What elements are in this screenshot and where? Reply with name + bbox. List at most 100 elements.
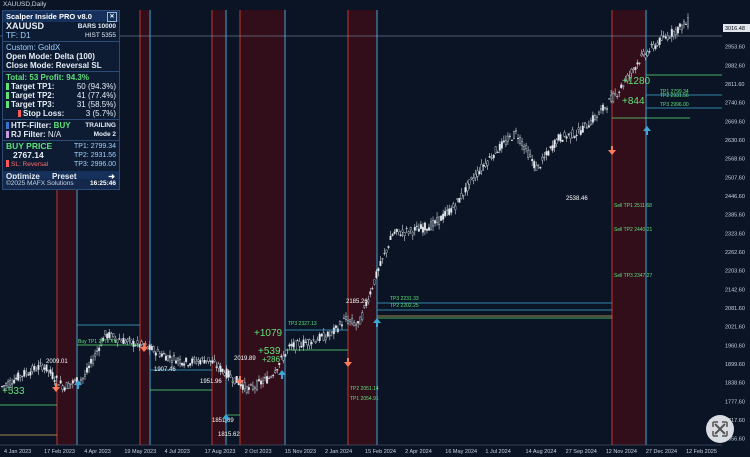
candle-body	[470, 177, 473, 180]
y-tick-label: 2262.60	[725, 250, 745, 256]
candle-body	[154, 352, 157, 356]
y-tick-label: 2811.60	[725, 82, 744, 88]
candle-body	[355, 324, 358, 326]
candle-body	[47, 369, 50, 372]
candle-body	[533, 161, 536, 169]
trade-annotation: 1907.46	[154, 367, 176, 373]
y-tick-label: 2568.60	[725, 157, 745, 163]
close-icon[interactable]: ✕	[107, 12, 117, 22]
candle-body	[480, 164, 483, 171]
tp-label: TP2 2202.25	[390, 303, 419, 309]
candle-body	[170, 360, 173, 363]
hist-label: HIST	[85, 32, 100, 39]
candle-body	[340, 324, 343, 327]
candle-body	[338, 321, 341, 325]
candle-body	[599, 108, 602, 111]
candle-body	[181, 362, 184, 366]
candle-body	[49, 369, 52, 374]
trade-annotation: +286	[262, 355, 281, 364]
candle-body	[478, 171, 481, 174]
candle-body	[177, 358, 180, 361]
candle-body	[320, 333, 323, 337]
sl-row: Stop Loss: 3 (5.7%)	[3, 109, 119, 118]
candle-body	[460, 193, 463, 199]
x-tick-label: 15 Nov 2023	[285, 449, 316, 455]
candle-body	[223, 372, 226, 376]
hist-value: 5355	[101, 32, 116, 39]
candle-body	[290, 344, 293, 347]
candle-body	[393, 231, 396, 234]
candle-body	[221, 368, 224, 372]
candle-body	[541, 156, 544, 161]
htf-label: HTF-Filter:	[11, 121, 52, 130]
tf-row: TF: D1 HIST 5355	[3, 31, 119, 40]
candle-body	[581, 125, 584, 133]
candle-body	[597, 111, 600, 115]
candle-body	[387, 246, 390, 248]
candle-body	[409, 227, 412, 231]
candle-body	[197, 359, 200, 362]
tp1-row: Target TP1: 50 (94.3%)	[3, 82, 119, 91]
candle-body	[11, 383, 14, 386]
candle-body	[61, 385, 64, 391]
candle-body	[73, 379, 76, 381]
candle-body	[496, 151, 499, 153]
candle-body	[314, 341, 317, 344]
htf-marker	[6, 122, 9, 129]
candle-body	[498, 143, 501, 151]
candle-body	[126, 339, 129, 342]
candle-body	[185, 357, 188, 362]
candle-body	[288, 344, 291, 347]
mode-label: Mode 2	[93, 131, 116, 138]
candle-body	[589, 120, 592, 125]
candle-body	[90, 358, 93, 364]
y-tick-label: 2385.60	[725, 213, 745, 219]
candle-body	[662, 35, 665, 37]
candle-body	[45, 364, 48, 372]
candle-body	[247, 387, 250, 390]
sl-reversal: SL: Reversal	[11, 161, 49, 168]
candle-body	[96, 350, 99, 352]
candle-body	[274, 370, 277, 374]
scalper-panel[interactable]: Scalper Inside PRO v8.0 ✕ XAUUSD BARS 10…	[2, 10, 120, 190]
candle-body	[616, 96, 619, 98]
candle-body	[322, 332, 325, 341]
candle-body	[156, 349, 159, 352]
candle-body	[207, 357, 210, 362]
candle-body	[415, 225, 418, 227]
zoom-icon[interactable]	[706, 415, 734, 443]
candle-body	[684, 23, 687, 25]
candle-body	[579, 130, 582, 135]
candle-body	[369, 291, 372, 295]
zoom-arrows-icon	[712, 421, 728, 437]
candle-body	[53, 380, 56, 382]
candle-body	[144, 343, 147, 345]
candle-body	[488, 156, 491, 158]
candle-body	[203, 359, 206, 364]
buy-tp3: TP3: 2996.00	[73, 161, 116, 168]
candle-body	[57, 384, 60, 386]
tp3-marker	[6, 101, 9, 108]
candle-body	[191, 358, 194, 364]
candle-body	[193, 357, 196, 360]
candle-body	[15, 377, 18, 380]
candle-body	[395, 228, 398, 232]
tf-label: TF: D1	[6, 31, 31, 40]
candle-body	[302, 339, 305, 347]
candle-body	[567, 133, 570, 135]
candle-body	[472, 177, 475, 181]
trailing-label: TRAILING	[85, 122, 116, 129]
tp3-row: Target TP3: 31 (58.5%)	[3, 100, 119, 109]
candle-body	[381, 258, 384, 260]
divider	[3, 41, 119, 42]
candle-body	[282, 355, 285, 361]
tp1-marker	[6, 83, 9, 90]
y-tick-label: 2740.60	[725, 101, 745, 107]
candle-body	[116, 339, 119, 343]
candle-body	[610, 94, 613, 102]
candle-body	[575, 134, 578, 137]
tp-label: TP3 2327.13	[288, 321, 317, 327]
candle-body	[255, 380, 258, 390]
copyright: ©2025 MAFX Solutions	[6, 180, 74, 187]
candle-body	[525, 145, 528, 149]
